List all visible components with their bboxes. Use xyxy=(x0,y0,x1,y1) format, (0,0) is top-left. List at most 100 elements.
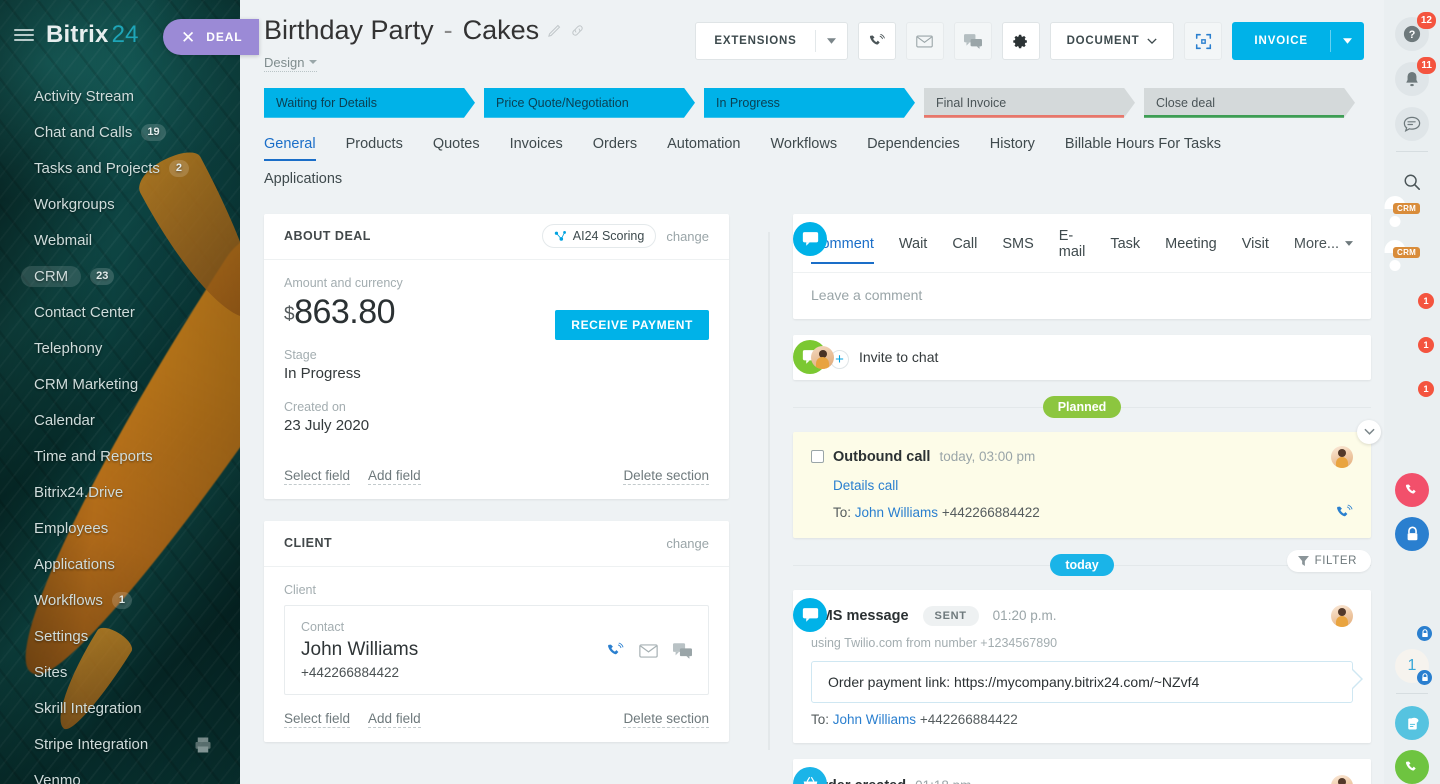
extensions-button[interactable]: EXTENSIONS xyxy=(695,22,847,60)
rail-avatar-chat-3[interactable]: 1 xyxy=(1395,297,1429,331)
sidebar-item-contact-center[interactable]: Contact Center xyxy=(0,294,240,330)
sidebar-item-skrill-integration[interactable]: Skrill Integration xyxy=(0,690,240,726)
invoice-dropdown-toggle[interactable] xyxy=(1331,38,1364,44)
invite-panel[interactable]: + Invite to chat xyxy=(793,335,1371,380)
tab-applications[interactable]: Applications xyxy=(264,171,1360,196)
stage-price-quote-negotiation[interactable]: Price Quote/Negotiation xyxy=(484,88,695,118)
sidebar-item-calendar[interactable]: Calendar xyxy=(0,402,240,438)
rail-avatar-chat-6[interactable] xyxy=(1395,429,1429,463)
email-button[interactable] xyxy=(906,22,944,60)
rail-avatar-chat-9[interactable] xyxy=(1395,561,1429,595)
brand-logo[interactable]: Bitrix24 xyxy=(46,21,139,49)
sidebar-item-venmo[interactable]: Venmo xyxy=(0,762,240,784)
rail-avatar-chat-10[interactable] xyxy=(1395,605,1429,639)
feed-tab-meeting[interactable]: Meeting xyxy=(1165,222,1217,264)
pencil-icon[interactable] xyxy=(547,23,562,38)
feed-tab-sms[interactable]: SMS xyxy=(1002,222,1033,264)
contact-card[interactable]: Contact John Williams +442266884422 xyxy=(284,605,709,695)
feed-tab-task[interactable]: Task xyxy=(1110,222,1140,264)
sms-to-name[interactable]: John Williams xyxy=(833,712,916,727)
sidebar-item-tasks-and-projects[interactable]: Tasks and Projects 2 xyxy=(0,150,240,186)
sidebar-item-workflows[interactable]: Workflows 1 xyxy=(0,582,240,618)
client-change-link[interactable]: change xyxy=(666,536,709,551)
phone-icon[interactable] xyxy=(606,642,624,660)
about-deal-change-link[interactable]: change xyxy=(666,229,709,244)
close-icon[interactable]: ✕ xyxy=(181,29,195,46)
avatar[interactable] xyxy=(1331,775,1353,784)
stage-close-deal[interactable]: Close deal xyxy=(1144,88,1355,118)
feed-tab-more[interactable]: More... xyxy=(1294,222,1353,264)
tab-invoices[interactable]: Invoices xyxy=(510,136,563,161)
select-field-link[interactable]: Select field xyxy=(284,468,350,485)
feed-tab-wait[interactable]: Wait xyxy=(899,222,927,264)
printer-icon[interactable] xyxy=(192,736,214,754)
deal-category-selector[interactable]: Design xyxy=(264,55,317,72)
document-button[interactable]: DOCUMENT xyxy=(1050,22,1175,60)
chat-bubbles-icon[interactable] xyxy=(673,643,692,659)
delete-section-link[interactable]: Delete section xyxy=(623,711,709,728)
rail-avatar-call-13[interactable] xyxy=(1395,750,1429,784)
invoice-button[interactable]: INVOICE xyxy=(1232,22,1364,60)
tab-products[interactable]: Products xyxy=(346,136,403,161)
sidebar-item-time-and-reports[interactable]: Time and Reports xyxy=(0,438,240,474)
rail-avatar-chat-11[interactable]: 1 xyxy=(1395,649,1429,683)
sidebar-item-employees[interactable]: Employees xyxy=(0,510,240,546)
deal-close-pill[interactable]: ✕ DEAL xyxy=(163,19,259,55)
tab-history[interactable]: History xyxy=(990,136,1035,161)
envelope-icon[interactable] xyxy=(639,644,658,658)
collapse-toggle[interactable] xyxy=(1357,420,1381,444)
rail-avatar-call-7[interactable] xyxy=(1395,473,1429,507)
rail-avatar-lock-8[interactable] xyxy=(1395,517,1429,551)
sidebar-item-crm[interactable]: CRM 23 xyxy=(0,258,240,294)
ai24-scoring-chip[interactable]: AI24 Scoring xyxy=(542,224,657,248)
sidebar-item-chat-and-calls[interactable]: Chat and Calls 19 xyxy=(0,114,240,150)
comment-input[interactable]: Leave a comment xyxy=(793,273,1371,319)
call-button[interactable] xyxy=(858,22,896,60)
tab-workflows[interactable]: Workflows xyxy=(770,136,837,161)
tab-automation[interactable]: Automation xyxy=(667,136,740,161)
add-field-link[interactable]: Add field xyxy=(368,711,421,728)
delete-section-link[interactable]: Delete section xyxy=(623,468,709,485)
search-button[interactable] xyxy=(1395,165,1429,199)
link-icon[interactable] xyxy=(570,23,585,38)
rail-avatar-chat-4[interactable]: 1 xyxy=(1395,341,1429,375)
receive-payment-button[interactable]: RECEIVE PAYMENT xyxy=(555,310,709,340)
sidebar-item-activity-stream[interactable]: Activity Stream xyxy=(0,78,240,114)
sidebar-item-applications[interactable]: Applications xyxy=(0,546,240,582)
feed-tab-call[interactable]: Call xyxy=(952,222,977,264)
hamburger-menu-icon[interactable] xyxy=(14,29,34,41)
tab-dependencies[interactable]: Dependencies xyxy=(867,136,960,161)
call-to-name[interactable]: John Williams xyxy=(855,505,938,520)
details-call-link[interactable]: Details call xyxy=(833,478,898,493)
stage-in-progress[interactable]: In Progress xyxy=(704,88,915,118)
feed-tab-email[interactable]: E-mail xyxy=(1059,214,1086,272)
messages-button[interactable] xyxy=(1395,107,1429,141)
sidebar-item-telephony[interactable]: Telephony xyxy=(0,330,240,366)
sidebar-item-sites[interactable]: Sites xyxy=(0,654,240,690)
sidebar-item-webmail[interactable]: Webmail xyxy=(0,222,240,258)
tab-quotes[interactable]: Quotes xyxy=(433,136,480,161)
add-field-link[interactable]: Add field xyxy=(368,468,421,485)
call-complete-checkbox[interactable] xyxy=(811,450,824,463)
settings-button[interactable] xyxy=(1002,22,1040,60)
fullscreen-button[interactable] xyxy=(1184,22,1222,60)
sidebar-item-workgroups[interactable]: Workgroups xyxy=(0,186,240,222)
rail-avatar-chat-5[interactable]: 1 xyxy=(1395,385,1429,419)
help-button[interactable]: ? 12 xyxy=(1395,17,1429,51)
sidebar-item-bitrix24-drive[interactable]: Bitrix24.Drive xyxy=(0,474,240,510)
chat-button[interactable] xyxy=(954,22,992,60)
sidebar-item-settings[interactable]: Settings xyxy=(0,618,240,654)
select-field-link[interactable]: Select field xyxy=(284,711,350,728)
tab-orders[interactable]: Orders xyxy=(593,136,637,161)
feed-tab-visit[interactable]: Visit xyxy=(1242,222,1269,264)
extensions-dropdown-toggle[interactable] xyxy=(816,38,847,44)
stage-final-invoice[interactable]: Final Invoice xyxy=(924,88,1135,118)
phone-icon[interactable] xyxy=(1335,504,1353,522)
avatar[interactable] xyxy=(1331,446,1353,468)
tab-general[interactable]: General xyxy=(264,136,316,161)
avatar[interactable] xyxy=(1331,605,1353,627)
stage-waiting-for-details[interactable]: Waiting for Details xyxy=(264,88,475,118)
invite-to-chat-row[interactable]: + Invite to chat xyxy=(793,335,1371,380)
sidebar-item-crm-marketing[interactable]: CRM Marketing xyxy=(0,366,240,402)
rail-avatar-drive-12[interactable] xyxy=(1395,706,1429,740)
